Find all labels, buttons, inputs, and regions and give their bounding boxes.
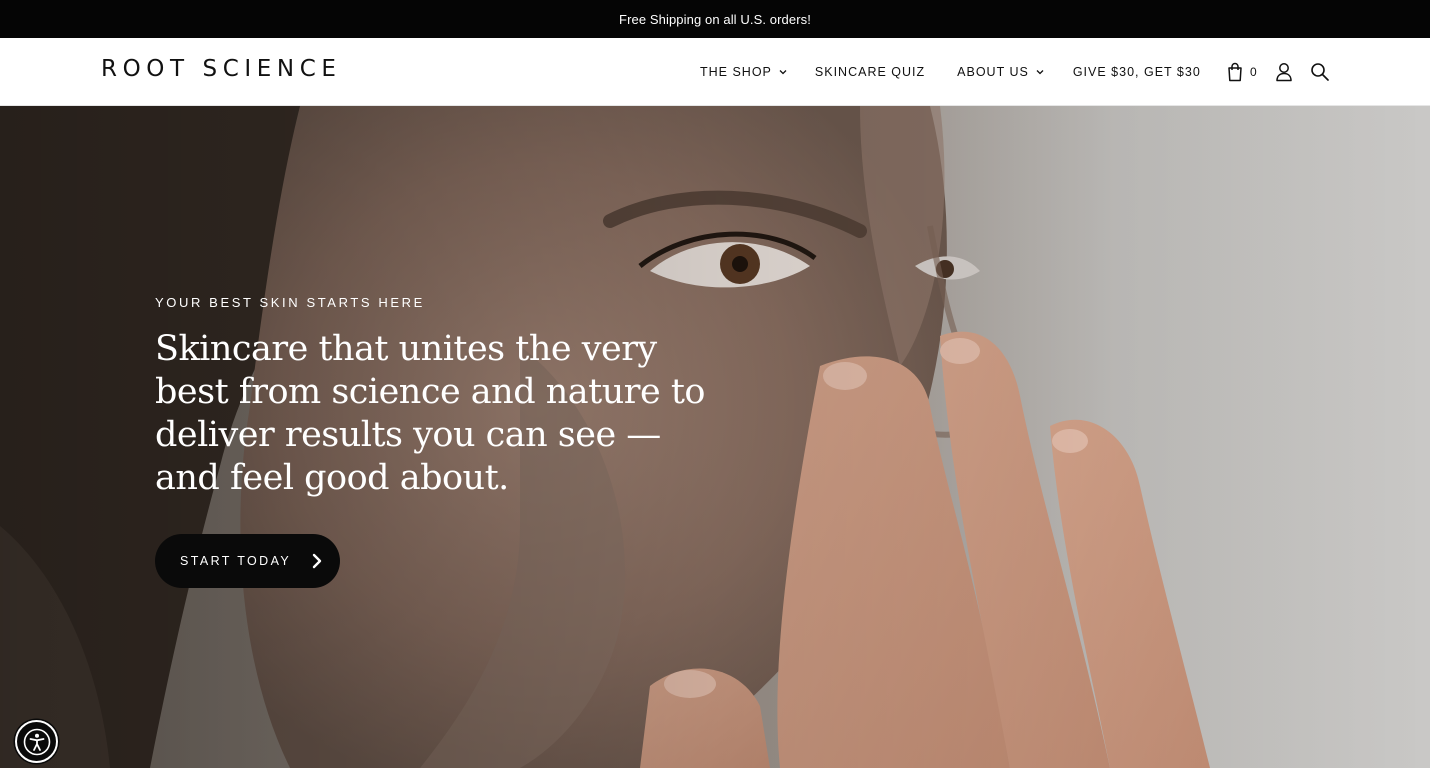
hero-headline: Skincare that unites the very best from …: [155, 329, 705, 498]
account-button[interactable]: [1275, 62, 1293, 82]
nav-item-about-us[interactable]: ABOUT US: [957, 65, 1045, 79]
chevron-right-icon: [312, 553, 322, 569]
announcement-text: Free Shipping on all U.S. orders!: [619, 11, 811, 27]
nav-label-the-shop: THE SHOP: [700, 65, 772, 79]
nav-label-give-get: GIVE $30, GET $30: [1072, 65, 1201, 79]
chevron-down-icon: [779, 70, 787, 75]
hero-section: YOUR BEST SKIN STARTS HERE Skincare that…: [0, 106, 1430, 768]
hero-eyebrow: YOUR BEST SKIN STARTS HERE: [155, 295, 425, 310]
nav-item-the-shop[interactable]: THE SHOP: [700, 65, 788, 79]
start-today-button[interactable]: START TODAY: [155, 534, 340, 588]
chevron-down-icon: [1036, 70, 1044, 75]
nav-item-give-get[interactable]: GIVE $30, GET $30: [1073, 65, 1201, 79]
cart-button[interactable]: 0: [1226, 62, 1257, 82]
site-header: ROOT SCIENCE THE SHOP SKINCARE QUIZ ABOU…: [0, 38, 1430, 106]
cart-count: 0: [1250, 65, 1257, 79]
nav-item-skincare-quiz[interactable]: SKINCARE QUIZ: [815, 65, 925, 79]
search-icon: [1310, 63, 1329, 81]
header-actions: 0: [1226, 62, 1330, 82]
nav-label-skincare-quiz: SKINCARE QUIZ: [814, 65, 926, 79]
main-nav: THE SHOP SKINCARE QUIZ ABOUT US GIVE $30…: [700, 65, 1201, 79]
accessibility-icon: [23, 728, 50, 755]
hero-content: YOUR BEST SKIN STARTS HERE Skincare that…: [155, 295, 715, 588]
search-button[interactable]: [1310, 62, 1330, 82]
cta-label: START TODAY: [180, 554, 292, 568]
logo[interactable]: ROOT SCIENCE: [101, 56, 342, 82]
shopping-bag-icon: [1228, 62, 1242, 82]
nav-label-about-us: ABOUT US: [957, 65, 1029, 79]
accessibility-button[interactable]: [15, 720, 58, 763]
user-icon: [1275, 63, 1292, 82]
announcement-bar: Free Shipping on all U.S. orders!: [0, 0, 1430, 38]
